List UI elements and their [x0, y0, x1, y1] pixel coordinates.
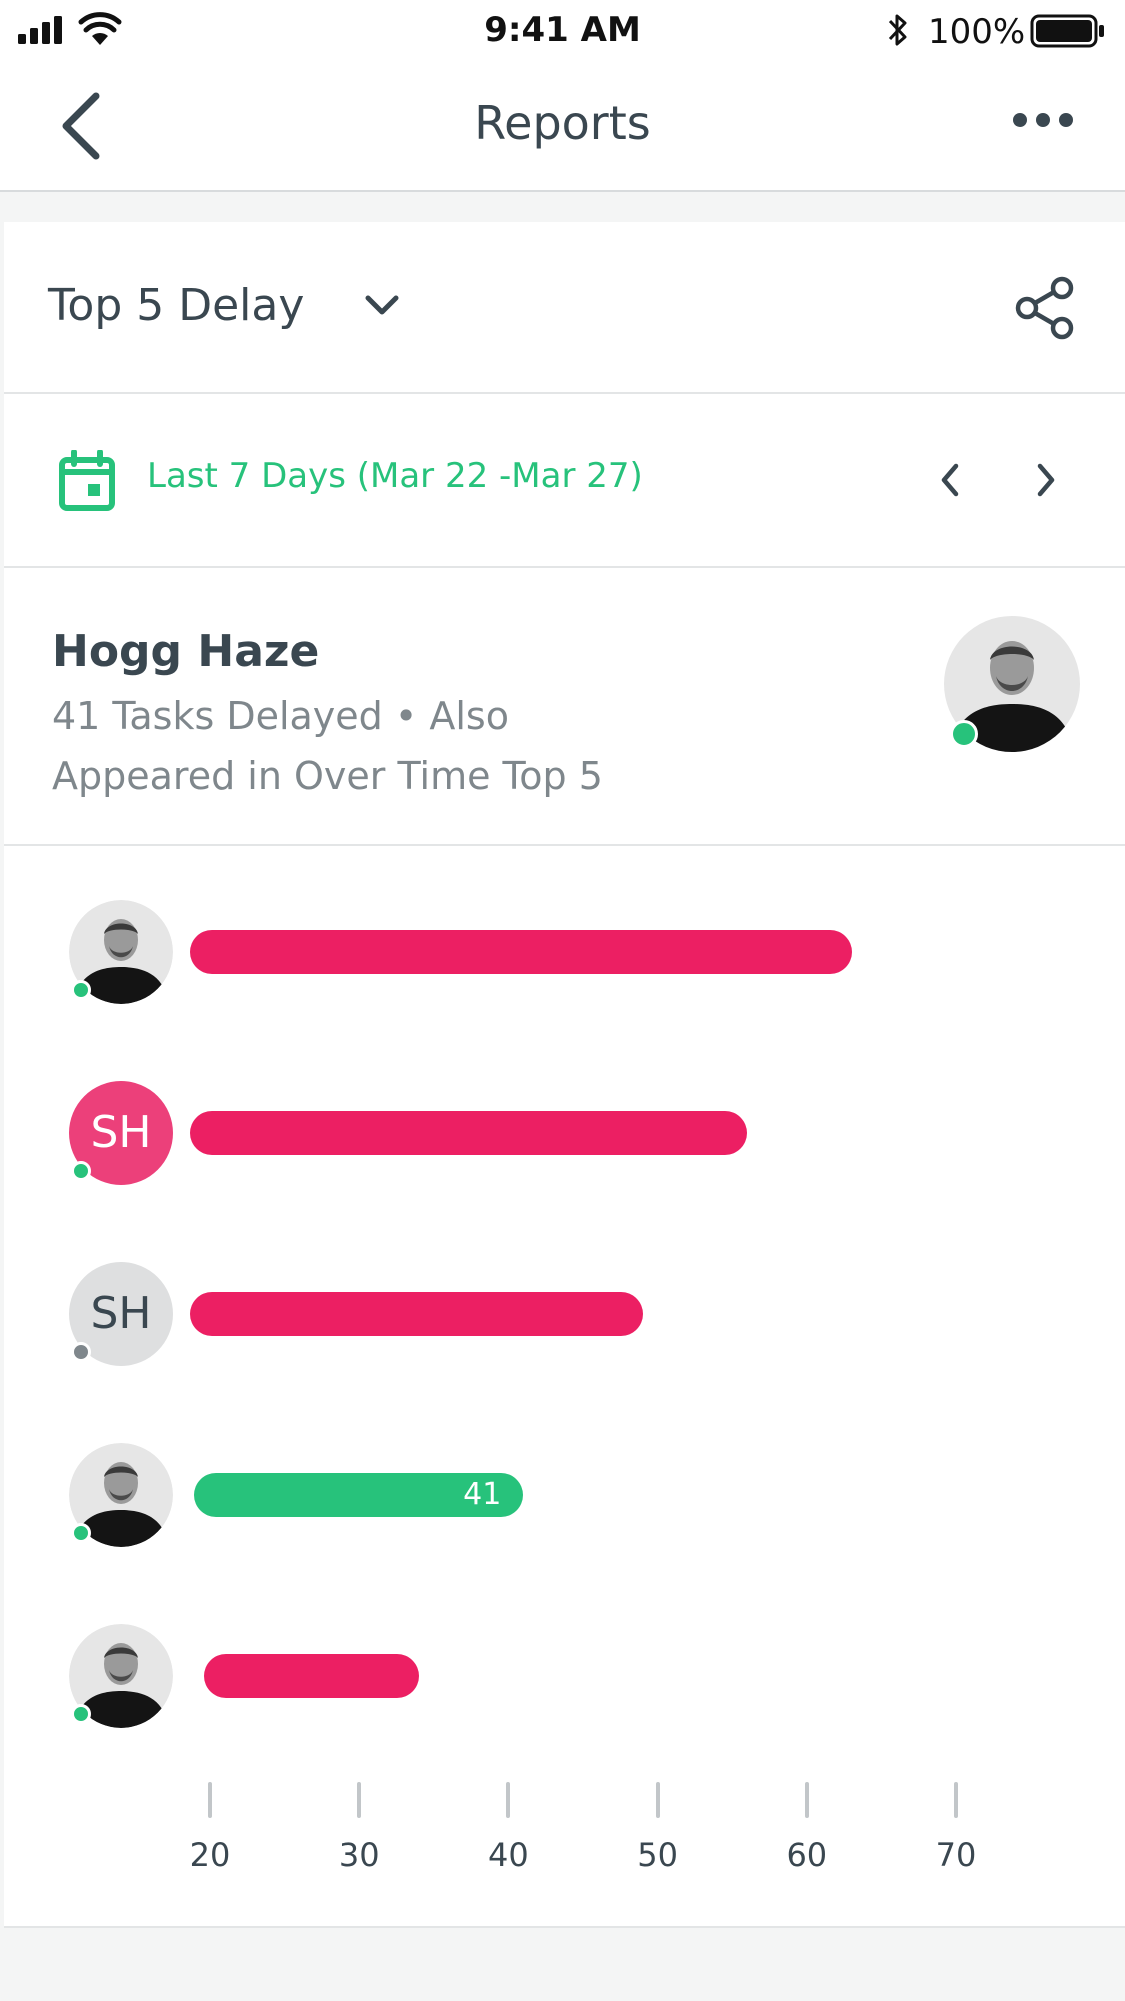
selected-person-row: Hogg Haze 41 Tasks Delayed • Also Appear…: [4, 568, 1125, 846]
x-axis-tick-label: 40: [488, 1836, 529, 1874]
date-range-label[interactable]: Last 7 Days (Mar 22 -Mar 27): [147, 456, 643, 496]
bar-value-label: 41: [463, 1477, 502, 1512]
chevron-down-icon[interactable]: [362, 292, 402, 320]
x-axis-tick: [208, 1782, 212, 1818]
x-axis-tick: [954, 1782, 958, 1818]
report-type-dropdown[interactable]: Top 5 Delay: [48, 280, 304, 331]
status-bar: 9:41 AM 100%: [0, 0, 1125, 62]
x-axis-tick-label: 60: [786, 1836, 828, 1874]
x-axis-tick-label: 50: [637, 1836, 678, 1874]
x-axis-tick: [655, 1782, 660, 1818]
bar-highlighted[interactable]: 41: [194, 1473, 524, 1517]
online-status-dot: [71, 1704, 91, 1724]
calendar-icon[interactable]: [58, 450, 116, 512]
person-name: Hogg Haze: [52, 626, 320, 677]
avatar-initials: SH: [90, 1107, 152, 1158]
share-icon[interactable]: [1014, 276, 1076, 340]
x-axis-tick-label: 70: [935, 1836, 977, 1874]
bar[interactable]: [190, 930, 852, 974]
battery-icon: [1030, 14, 1106, 48]
date-range-row: Last 7 Days (Mar 22 -Mar 27): [4, 394, 1125, 568]
x-axis-tick: [506, 1782, 511, 1818]
x-axis-tick-label: 30: [338, 1836, 380, 1874]
online-status-dot: [950, 720, 978, 748]
chevron-right-icon[interactable]: [1032, 460, 1060, 500]
avatar-initials: SH: [90, 1288, 152, 1339]
online-status-dot: [71, 1523, 91, 1543]
online-status-dot: [71, 1342, 91, 1362]
more-options-icon[interactable]: [1012, 112, 1074, 128]
person-summary: 41 Tasks Delayed • Also Appeared in Over…: [52, 694, 603, 798]
x-axis-tick-label: 20: [189, 1836, 231, 1874]
online-status-dot: [71, 980, 91, 1000]
bar[interactable]: [190, 1111, 748, 1155]
report-selector-row: Top 5 Delay: [4, 222, 1125, 394]
bar[interactable]: [204, 1654, 419, 1698]
nav-bar: Reports: [0, 62, 1125, 192]
bluetooth-icon: [886, 12, 910, 48]
battery-percent: 100%: [928, 12, 1026, 52]
chevron-left-icon[interactable]: [936, 460, 964, 500]
page-title: Reports: [474, 96, 651, 150]
x-axis-tick: [804, 1782, 809, 1818]
online-status-dot: [71, 1161, 91, 1181]
bar[interactable]: [190, 1292, 643, 1336]
x-axis-tick: [357, 1782, 362, 1818]
report-card: Top 5 Delay Last 7 Days (Mar 22 -Mar 27)…: [4, 222, 1125, 1928]
